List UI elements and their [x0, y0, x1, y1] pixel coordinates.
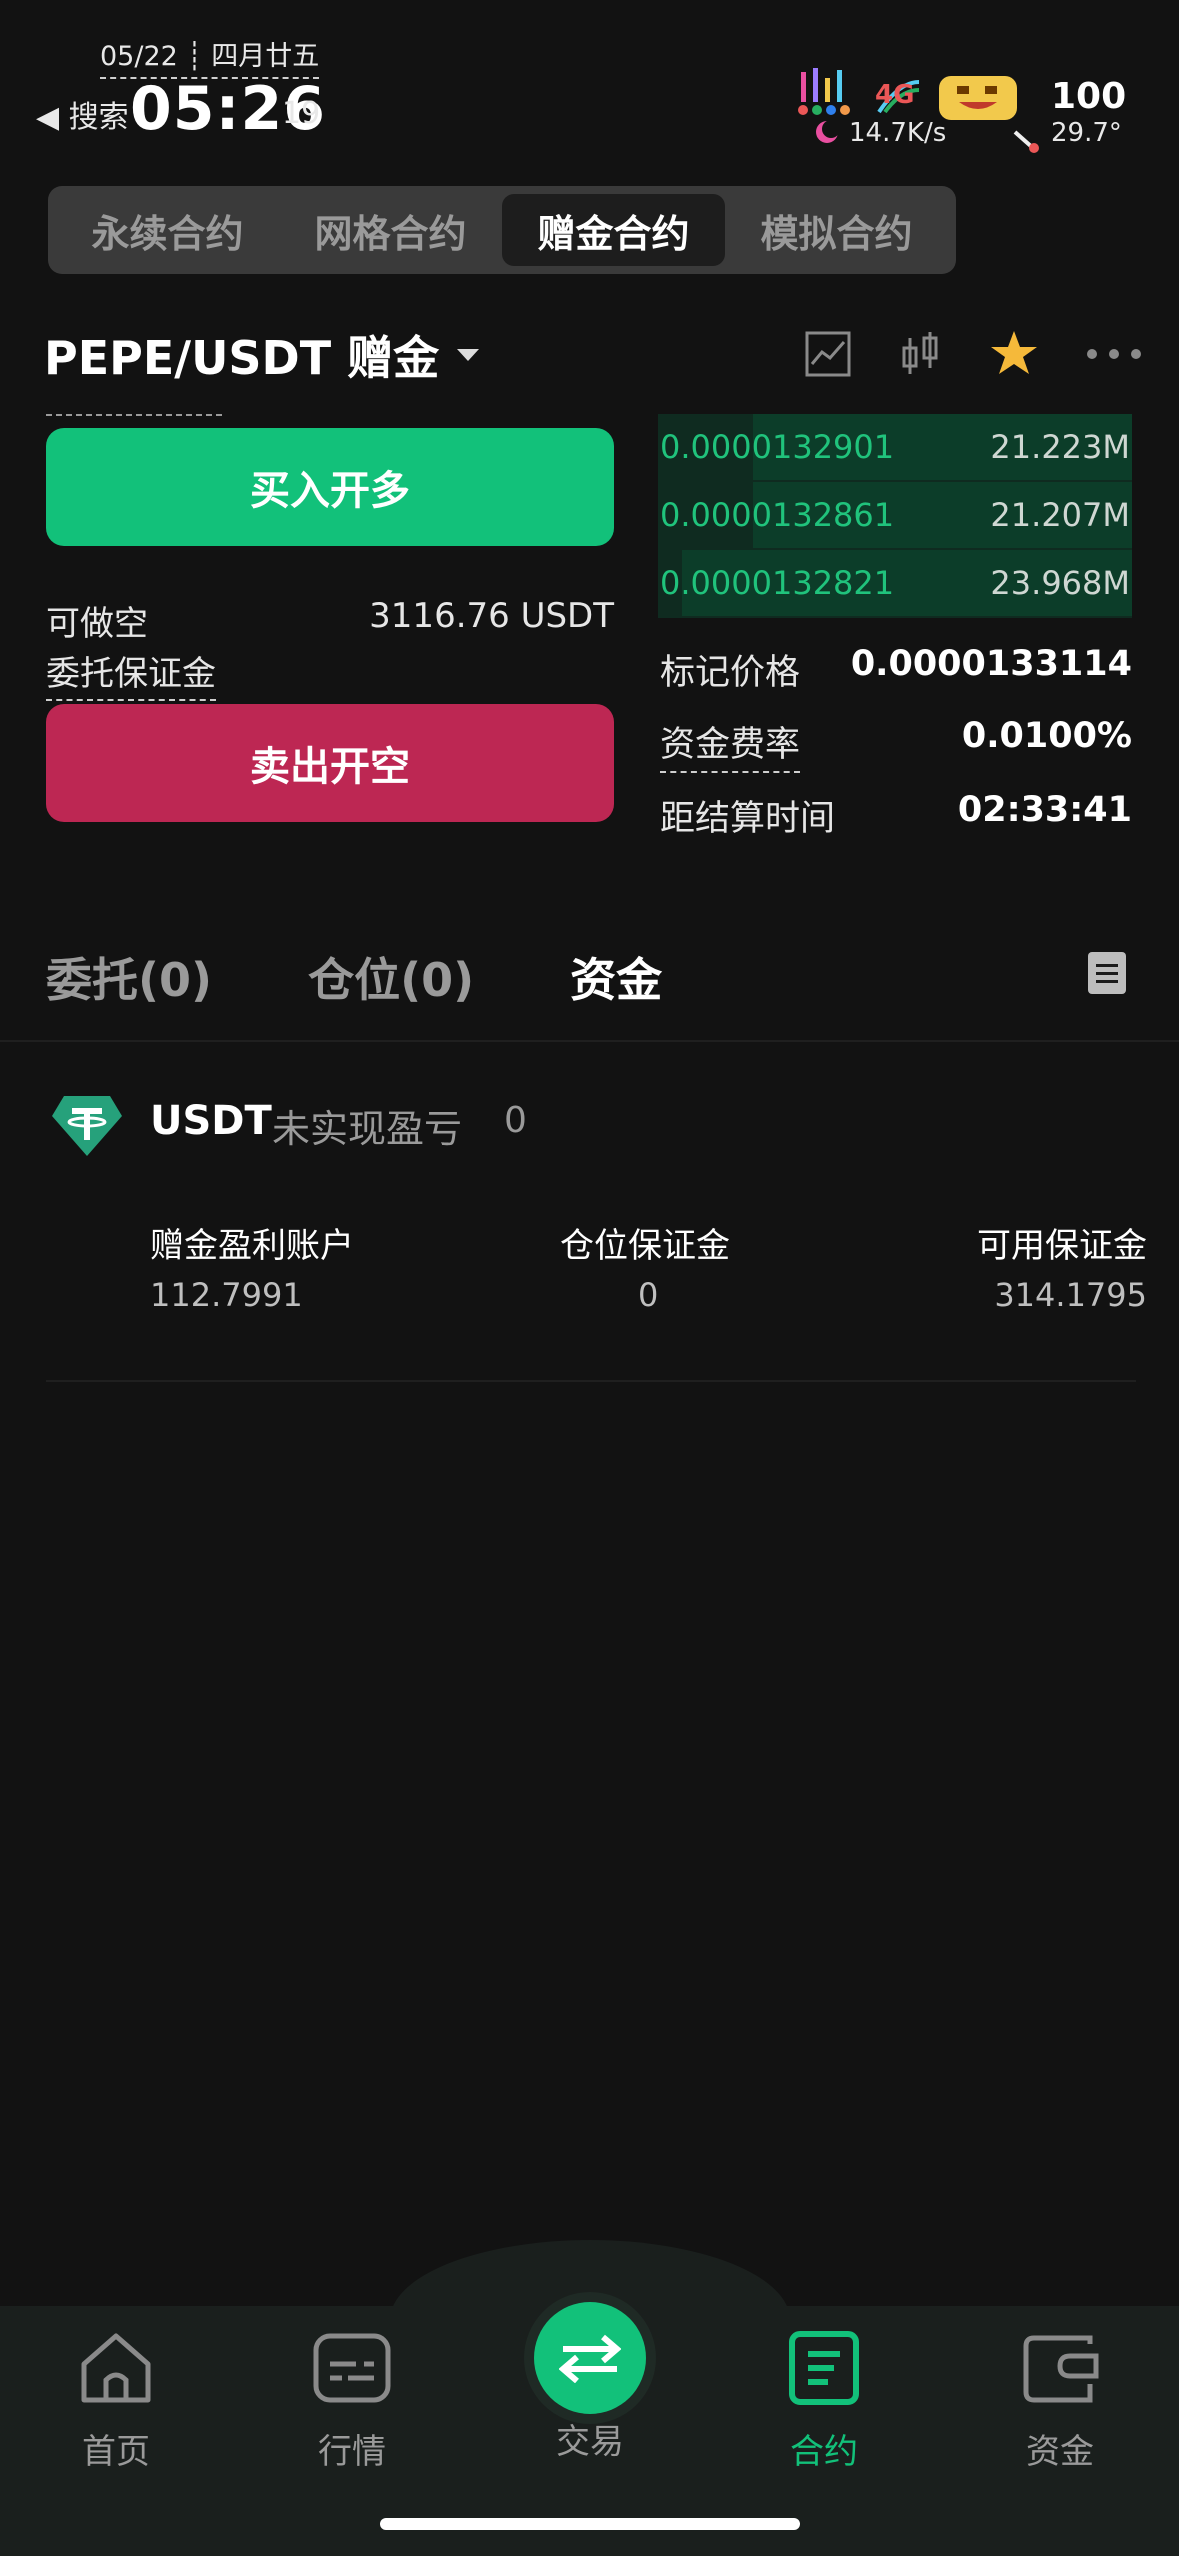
star-icon[interactable]: [988, 328, 1040, 380]
mark-price-value: 0.0000133114: [850, 644, 1132, 684]
ob-volume: 21.207M: [990, 496, 1130, 534]
funding-rate-value: 0.0100%: [961, 716, 1132, 756]
pair-toolbar: [804, 326, 1144, 382]
buy-long-button[interactable]: 买入开多: [46, 428, 614, 546]
nav-home[interactable]: 首页: [36, 2330, 196, 2473]
pair-symbol: PEPE/USDT 赠金: [44, 331, 440, 385]
asset-name: USDT: [150, 1098, 272, 1144]
back-to-search[interactable]: ◀ 搜索: [36, 92, 129, 136]
unrealized-pnl-value: 0: [504, 1100, 527, 1141]
document-icon[interactable]: [1088, 952, 1126, 994]
margin-label[interactable]: 委托保证金: [46, 646, 216, 701]
order-book-row[interactable]: 0.0000132821 23.968M: [658, 550, 1132, 616]
status-date: 05/22 ┊ 四月廿五: [100, 34, 320, 79]
pair-underline: [46, 414, 222, 416]
tab-simulated[interactable]: 模拟合约: [725, 194, 948, 266]
nav-market-label: 行情: [318, 2432, 386, 2472]
position-margin-label: 仓位保证金: [560, 1226, 730, 1266]
nav-contract[interactable]: 合约: [744, 2330, 904, 2473]
ob-price: 0.0000132901: [660, 428, 895, 466]
temperature: 29.7°: [1051, 118, 1122, 148]
nav-trade-label-wrap: 交易: [510, 2414, 670, 2463]
tab-bonus[interactable]: 赠金合约: [502, 194, 725, 266]
net-speed: 14.7K/s: [849, 118, 947, 148]
nav-contract-label: 合约: [790, 2432, 858, 2472]
available-label: 可做空: [46, 604, 148, 644]
more-icon[interactable]: [1084, 344, 1144, 364]
settlement-row: 距结算时间 02:33:41: [660, 790, 1132, 841]
swap-icon: [559, 2334, 621, 2383]
order-book: 0.0000132901 21.223M 0.0000132861 21.207…: [658, 414, 1132, 618]
available-row: 可做空 3116.76 USDT: [46, 596, 614, 645]
contract-icon: [789, 2331, 859, 2405]
tab-perpetual[interactable]: 永续合约: [56, 194, 279, 266]
funding-rate-label[interactable]: 资金费率: [660, 716, 801, 773]
mark-price-label: 标记价格: [660, 653, 801, 693]
divider: [46, 1380, 1136, 1382]
order-book-row[interactable]: 0.0000132861 21.207M: [658, 482, 1132, 548]
contract-type-tabs: 永续合约 网格合约 赠金合约 模拟合约: [48, 186, 956, 274]
available-margin-value: 314.1795: [994, 1276, 1147, 1314]
position-tabs: 委托(0) 仓位(0) 资金: [46, 944, 662, 1010]
ob-price: 0.0000132861: [660, 496, 895, 534]
funding-rate-row[interactable]: 资金费率 0.0100%: [660, 716, 1132, 773]
available-margin-label: 可用保证金: [977, 1226, 1147, 1266]
settlement-label: 距结算时间: [660, 799, 836, 839]
position-margin-value: 0: [638, 1276, 659, 1314]
status-indicators: 4G 14.7K/s 100 29.7°: [789, 68, 1149, 158]
available-value: 3116.76 USDT: [369, 596, 614, 636]
sell-short-button[interactable]: 卖出开空: [46, 704, 614, 822]
tab-positions[interactable]: 仓位(0): [308, 944, 474, 1010]
home-indicator[interactable]: [380, 2518, 800, 2530]
ob-volume: 23.968M: [990, 564, 1130, 602]
unrealized-pnl-label: 未实现盈亏: [272, 1107, 463, 1151]
tab-grid[interactable]: 网格合约: [279, 194, 502, 266]
settlement-countdown: 02:33:41: [957, 790, 1132, 830]
nav-wallet[interactable]: 资金: [980, 2330, 1140, 2473]
market-icon: [313, 2333, 391, 2403]
nav-market[interactable]: 行情: [272, 2330, 432, 2473]
tab-orders[interactable]: 委托(0): [46, 944, 212, 1010]
home-icon: [81, 2333, 151, 2403]
network-type: 4G: [875, 80, 915, 110]
candlestick-icon[interactable]: [896, 330, 944, 378]
ob-price: 0.0000132821: [660, 564, 895, 602]
battery-level: 100: [1051, 76, 1127, 117]
nav-trade-label: 交易: [556, 2422, 624, 2462]
chart-line-icon[interactable]: [804, 330, 852, 378]
nav-home-label: 首页: [82, 2432, 150, 2472]
mark-price-row: 标记价格 0.0000133114: [660, 644, 1132, 695]
caret-down-icon: [457, 349, 480, 361]
order-book-row[interactable]: 0.0000132901 21.223M: [658, 414, 1132, 480]
divider: [0, 1040, 1179, 1042]
wallet-icon: [1023, 2335, 1099, 2403]
ob-volume: 21.223M: [990, 428, 1130, 466]
margin-row[interactable]: 委托保证金: [46, 646, 216, 701]
usdt-icon: [52, 1096, 122, 1156]
status-seconds: 19: [282, 96, 321, 131]
nav-wallet-label: 资金: [1026, 2432, 1094, 2472]
nav-trade[interactable]: [534, 2302, 646, 2414]
bonus-profit-value: 112.7991: [150, 1276, 303, 1314]
tab-funds[interactable]: 资金: [570, 944, 662, 1010]
bonus-profit-label: 赠金盈利账户: [150, 1226, 354, 1266]
pair-selector[interactable]: PEPE/USDT 赠金: [44, 322, 480, 388]
